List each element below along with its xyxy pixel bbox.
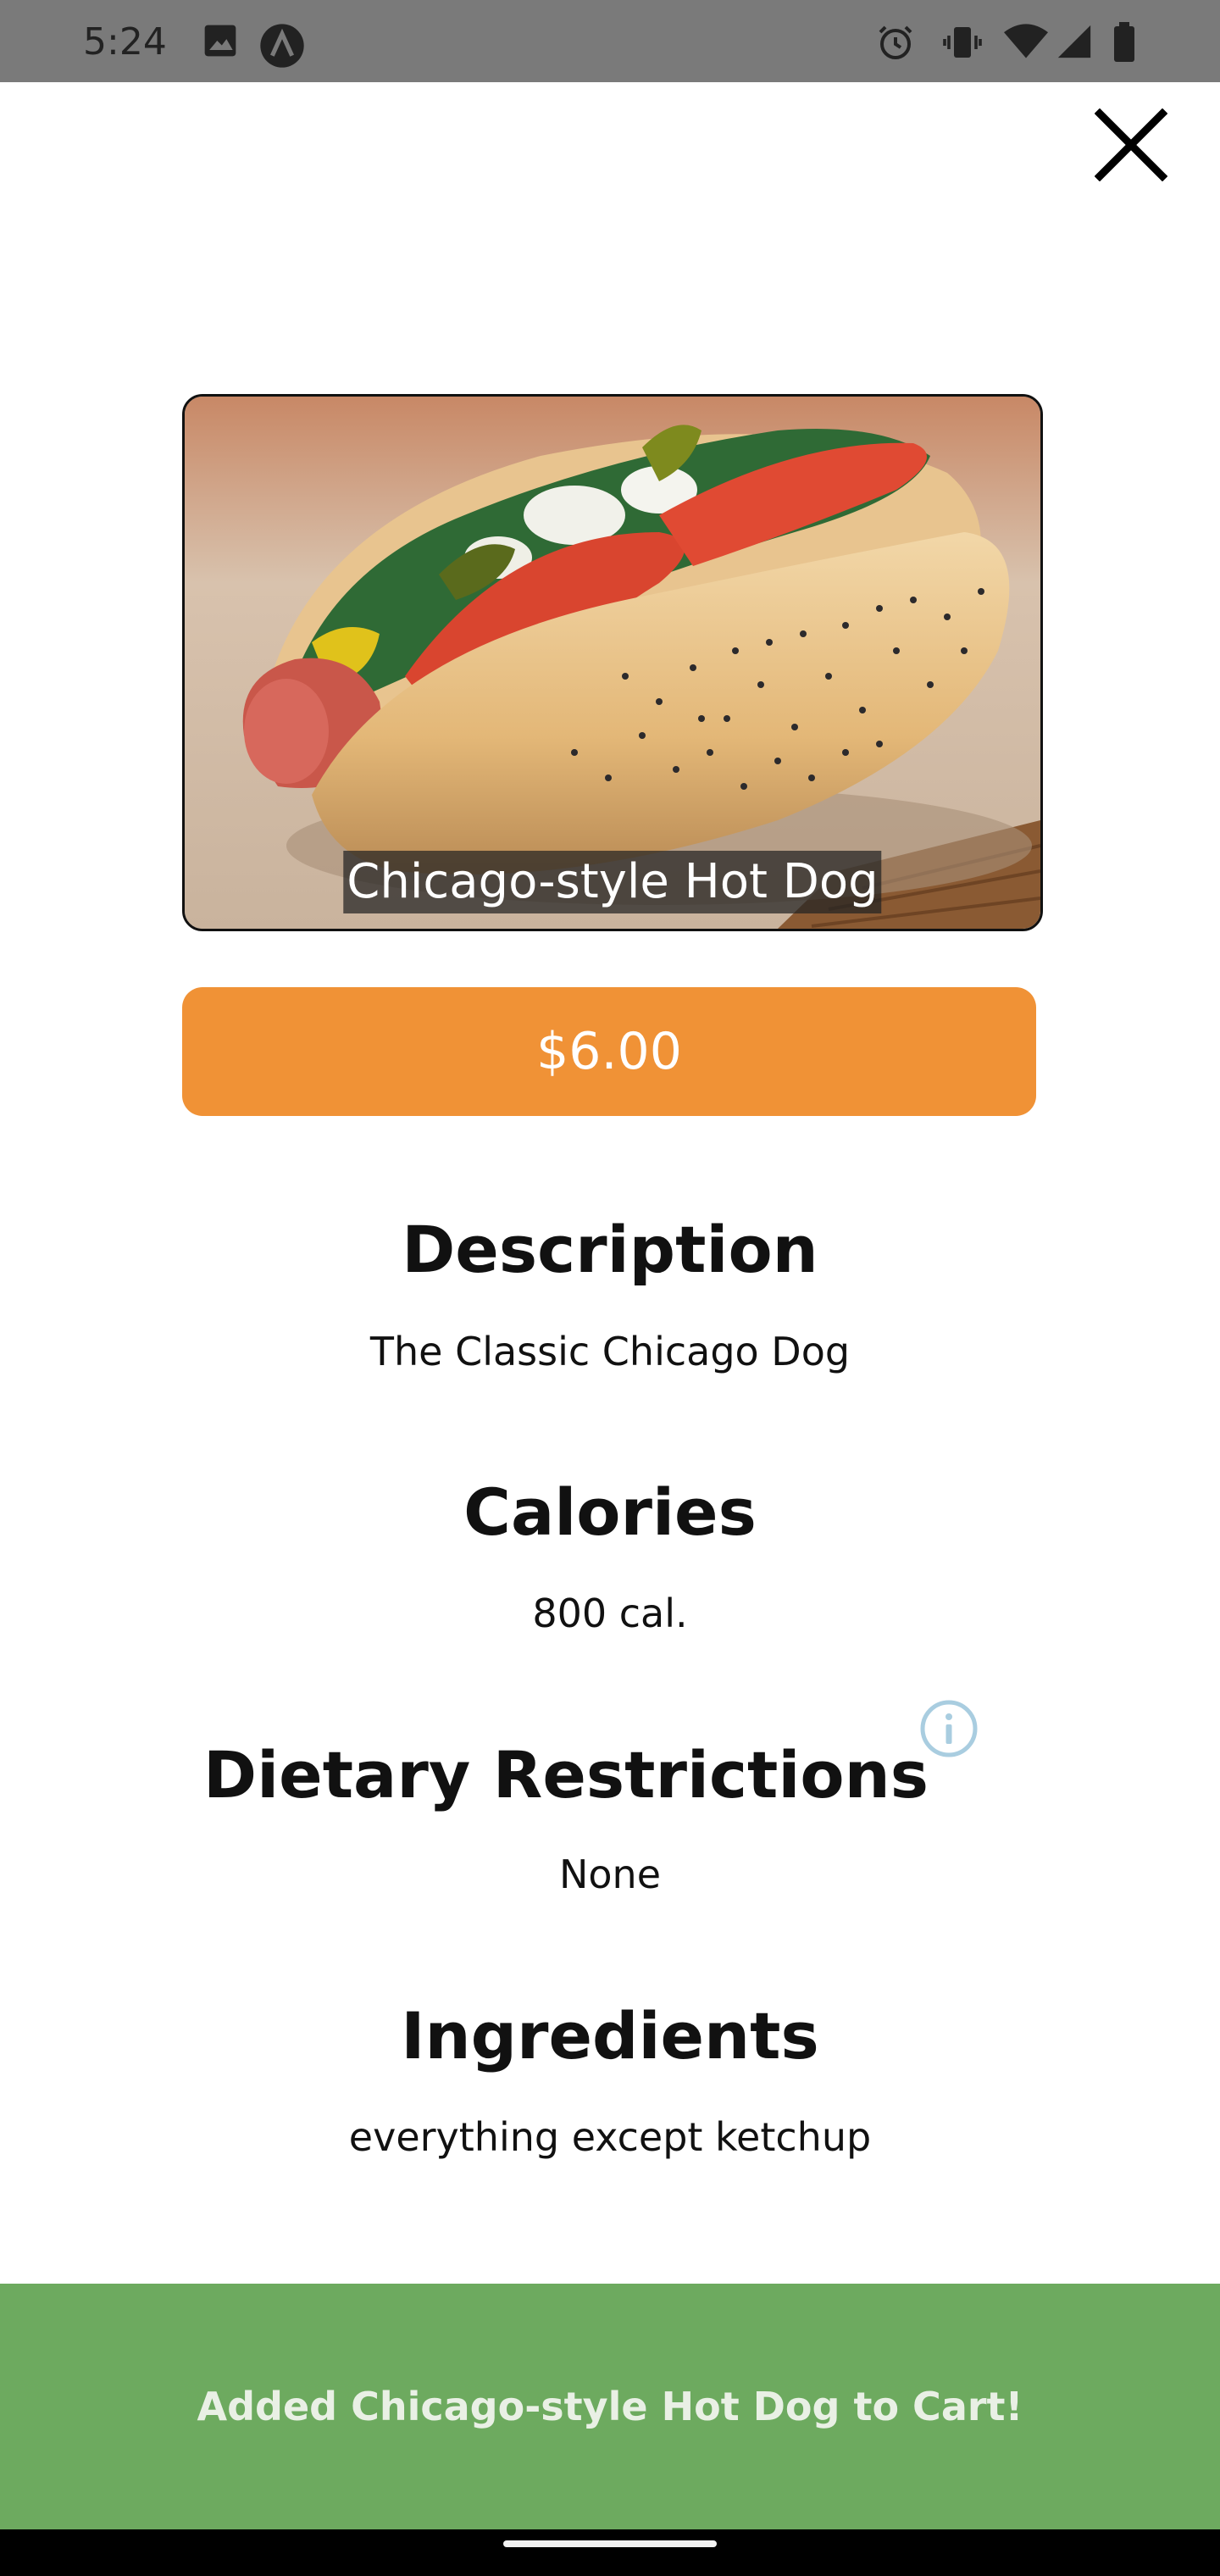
ingredients-title: Ingredients	[401, 1998, 819, 2074]
vibrate-icon	[943, 27, 982, 58]
status-bar: 5:24	[0, 0, 1220, 82]
info-icon[interactable]	[919, 1699, 979, 1758]
home-indicator[interactable]	[503, 2540, 717, 2547]
signal-icon	[1057, 25, 1091, 58]
description-title: Description	[402, 1212, 818, 1287]
cart-snackbar: Added Chicago-style Hot Dog to Cart!	[0, 2284, 1220, 2529]
status-time: 5:24	[83, 20, 167, 64]
ingredients-text: everything except ketchup	[348, 2114, 872, 2160]
description-text: The Classic Chicago Dog	[369, 1329, 851, 1374]
alarm-icon	[879, 25, 912, 59]
snackbar-message: Added Chicago-style Hot Dog to Cart!	[197, 2384, 1023, 2429]
close-icon[interactable]	[1095, 108, 1167, 181]
image-caption: Chicago-style Hot Dog	[343, 851, 882, 913]
navigation-bar	[0, 2529, 1220, 2576]
wifi-icon	[1004, 24, 1048, 58]
app-a-icon	[260, 24, 304, 68]
item-detail-screen: 5:24 Chicago-style Hot Dog $6.00 Descrip…	[0, 0, 1220, 2576]
calories-title: Calories	[463, 1474, 757, 1550]
dietary-restrictions-text: None	[558, 1852, 661, 1897]
hot-dog-illustration	[185, 397, 1040, 929]
product-image: Chicago-style Hot Dog	[182, 394, 1043, 931]
battery-icon	[1114, 22, 1134, 62]
calories-text: 800 cal.	[532, 1591, 688, 1636]
add-to-cart-price-button[interactable]: $6.00	[182, 987, 1036, 1116]
image-icon	[204, 25, 236, 57]
